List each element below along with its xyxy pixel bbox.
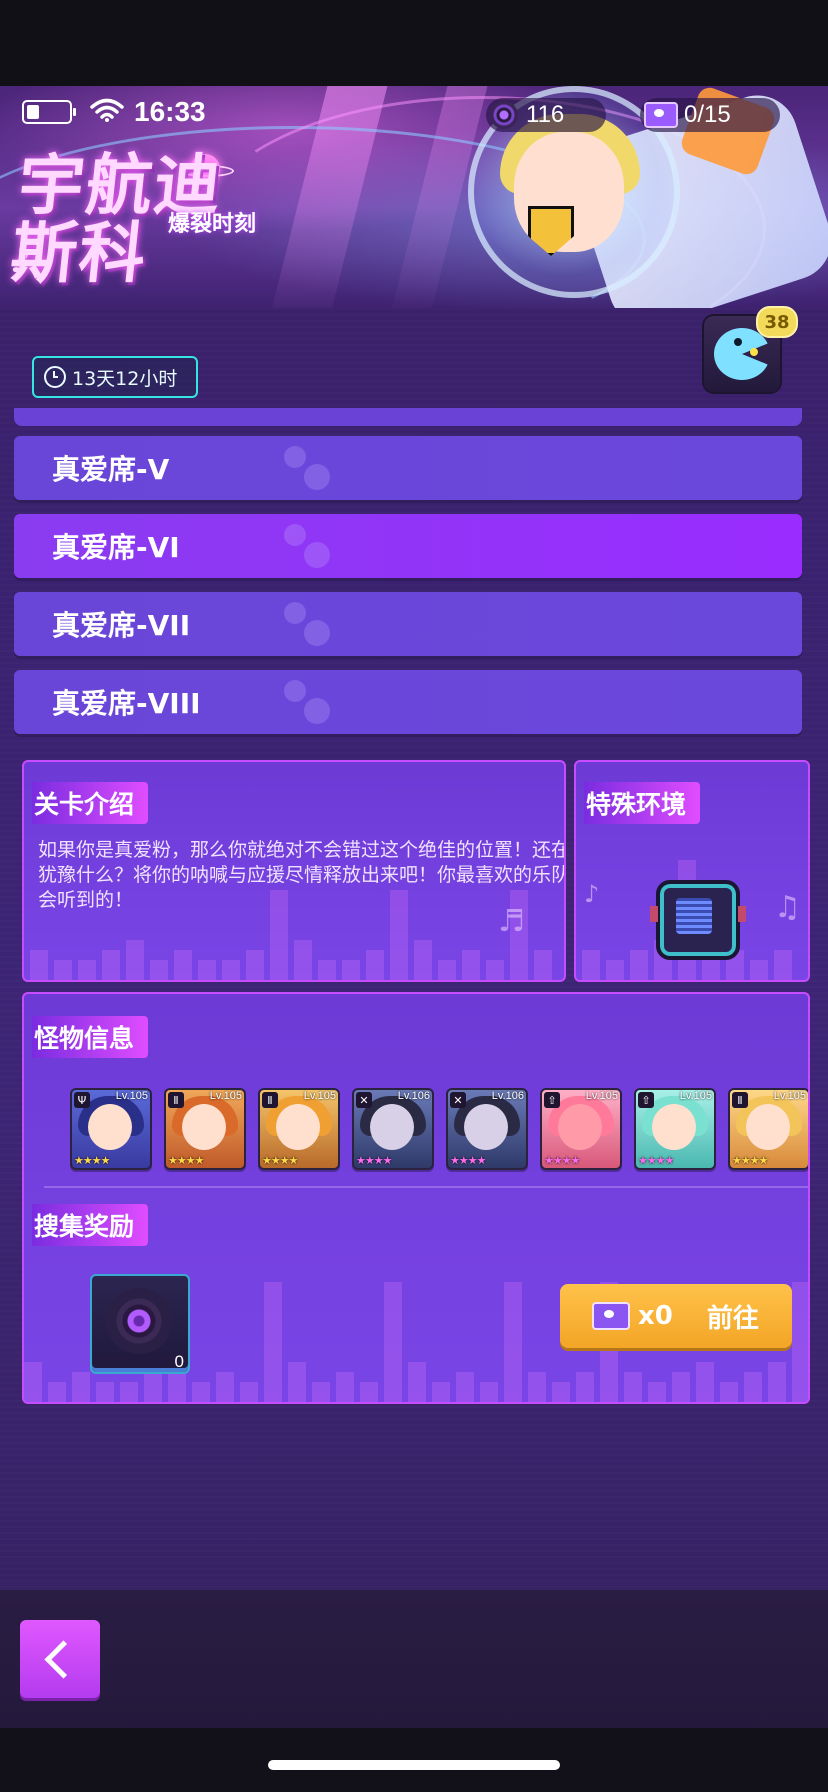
monster-level: Lv.105 (773, 1090, 806, 1102)
stage-intro-text: 如果你是真爱粉，那么你就绝对不会错过这个绝佳的位置！还在犹豫什么？将你的呐喊与应… (38, 839, 566, 911)
tier-label: 真爱席-VI (52, 531, 180, 564)
monster-level: Lv.105 (585, 1090, 618, 1102)
monster-stars: ★★★★ (168, 1154, 204, 1167)
tier-item-v[interactable]: 真爱席-V (14, 436, 802, 500)
monster-card[interactable]: ⇧ Lv.105 ★★★★ (540, 1088, 622, 1170)
monster-stars: ★★★★ (74, 1154, 110, 1167)
monster-stars: ★★★★ (356, 1154, 392, 1167)
vinyl-disc-icon (106, 1288, 172, 1354)
monster-stars: ★★★★ (450, 1154, 486, 1167)
wifi-icon (90, 98, 124, 122)
tier-label: 真爱席-VII (52, 609, 191, 642)
monster-portrait-face (276, 1104, 320, 1150)
disc-count: 116 (526, 101, 565, 128)
support-icon: ⇧ (544, 1092, 560, 1108)
pacman-dot (750, 348, 758, 356)
monster-level: Lv.105 (303, 1090, 336, 1102)
ticket-count: 0/15 (684, 101, 731, 128)
monster-card[interactable]: ✕ Lv.106 ★★★★ (446, 1088, 528, 1170)
list-scroll-edge (14, 408, 802, 426)
tier-item-vii[interactable]: 真爱席-VII (14, 592, 802, 656)
tier-item-viii[interactable]: 真爱席-VIII (14, 670, 802, 734)
disc-currency[interactable]: 116 (486, 98, 606, 132)
go-button[interactable]: x0 前往 (560, 1284, 792, 1348)
event-subtitle: 爆裂时刻 (168, 212, 257, 237)
monster-level: Lv.105 (209, 1090, 242, 1102)
stage-intro-heading: 关卡介绍 (32, 782, 149, 824)
pacman-eye (734, 338, 742, 346)
monster-card[interactable]: Ψ Lv.105 ★★★★ (70, 1088, 152, 1170)
stage-intro-panel: 关卡介绍 如果你是真爱粉，那么你就绝对不会错过这个绝佳的位置！还在犹豫什么？将你… (22, 760, 566, 982)
monster-level: Lv.106 (491, 1090, 524, 1102)
home-indicator[interactable] (268, 1760, 560, 1770)
warrior-icon: Ⅱ (262, 1092, 278, 1108)
monster-card[interactable]: Ⅱ Lv.105 ★★★★ (164, 1088, 246, 1170)
monster-info-panel: 怪物信息 Ψ Lv.105 ★★★★ Ⅱ Lv.105 ★★★★ Ⅱ Lv.10… (22, 992, 810, 1404)
warrior-icon: Ⅱ (732, 1092, 748, 1108)
ticket-icon (644, 102, 678, 128)
music-note-icon: ♪ (10, 242, 31, 280)
game-screen: 宇航迪斯科 爆裂时刻 ♪ 16:33 116 0/15 13天12小时 38 真… (0, 0, 828, 1792)
warrior-icon: Ⅱ (168, 1092, 184, 1108)
monster-level: Lv.105 (115, 1090, 148, 1102)
clock-icon (44, 366, 66, 388)
support-icon: ⇧ (638, 1092, 654, 1108)
monster-stars: ★★★★ (638, 1154, 674, 1167)
event-timer: 13天12小时 (32, 356, 198, 398)
monster-info-heading: 怪物信息 (32, 1016, 149, 1058)
go-label: 前往 (706, 1303, 759, 1334)
monster-card[interactable]: ⇧ Lv.105 ★★★★ (634, 1088, 716, 1170)
reward-count: 0 (174, 1352, 184, 1371)
monster-portrait-face (182, 1104, 226, 1150)
monster-portrait-face (746, 1104, 790, 1150)
monster-card[interactable]: ✕ Lv.106 ★★★★ (352, 1088, 434, 1170)
bottom-bar (0, 1590, 828, 1728)
monster-list: Ψ Lv.105 ★★★★ Ⅱ Lv.105 ★★★★ Ⅱ Lv.105 ★★★… (48, 1088, 808, 1170)
mage-icon: Ψ (74, 1092, 90, 1108)
assassin-icon: ✕ (356, 1092, 372, 1108)
music-note-icon: ♬ (498, 904, 525, 939)
monster-level: Lv.106 (397, 1090, 430, 1102)
back-button[interactable] (20, 1620, 100, 1698)
monster-portrait-face (558, 1104, 602, 1150)
monster-portrait-face (370, 1104, 414, 1150)
ticket-icon (592, 1302, 630, 1330)
note-watermark-icon (276, 518, 336, 574)
note-watermark-icon (276, 674, 336, 730)
monster-portrait-face (464, 1104, 508, 1150)
pacman-badge: 38 (756, 306, 798, 338)
status-bar: 16:33 116 0/15 (0, 86, 828, 136)
monster-card[interactable]: Ⅱ Lv.105 ★★★★ (258, 1088, 340, 1170)
assassin-icon: ✕ (450, 1092, 466, 1108)
monster-level: Lv.105 (679, 1090, 712, 1102)
battery-icon (22, 100, 76, 124)
monster-stars: ★★★★ (262, 1154, 298, 1167)
tier-item-vi[interactable]: 真爱席-VI (14, 514, 802, 578)
music-note-icon: ♪ (584, 880, 600, 908)
disc-icon (490, 101, 518, 129)
reward-item-disc[interactable]: 0 (90, 1274, 190, 1374)
special-environment-panel: 特殊环境 ♪ ♫ (574, 760, 810, 982)
special-environment-heading: 特殊环境 (584, 782, 701, 824)
tier-label: 真爱席-V (52, 453, 170, 486)
section-divider (44, 1186, 808, 1188)
monster-card[interactable]: Ⅱ Lv.105 ★★★★ (728, 1088, 808, 1170)
monster-stars: ★★★★ (544, 1154, 580, 1167)
timer-text: 13天12小时 (72, 367, 178, 390)
monster-portrait-face (88, 1104, 132, 1150)
tier-label: 真爱席-VIII (52, 687, 201, 720)
rewards-heading: 搜集奖励 (32, 1204, 149, 1246)
ticket-currency[interactable]: 0/15 (640, 98, 780, 132)
note-watermark-icon (276, 440, 336, 496)
note-watermark-icon (276, 596, 336, 652)
monster-stars: ★★★★ (732, 1154, 768, 1167)
top-letterbox (0, 0, 828, 86)
monster-portrait-face (652, 1104, 696, 1150)
ticket-cost: x0 (638, 1301, 673, 1331)
music-note-icon: ♫ (774, 890, 801, 925)
speaker-environment-icon[interactable] (650, 880, 746, 960)
clock-time: 16:33 (134, 96, 206, 127)
